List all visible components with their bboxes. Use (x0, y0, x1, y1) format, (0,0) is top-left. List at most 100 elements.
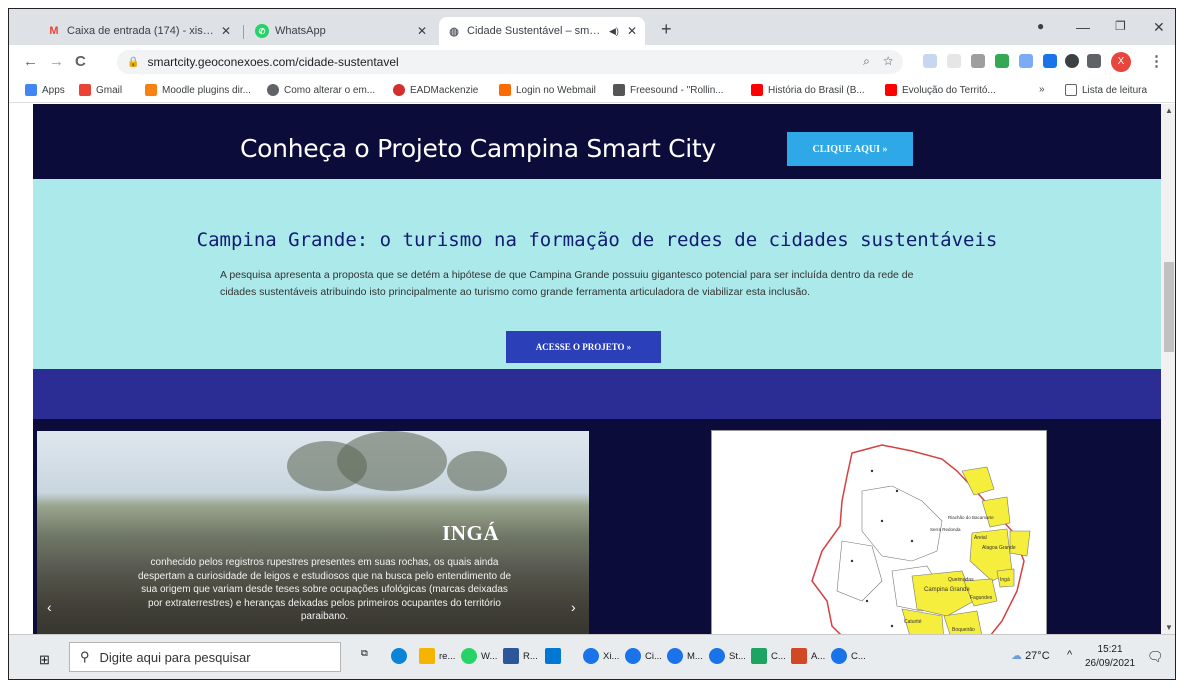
taskbar-app[interactable]: R... (503, 648, 538, 664)
bookmark-item[interactable]: Apps (25, 84, 65, 96)
extension-icon[interactable] (923, 54, 937, 68)
mackenzie-icon (393, 84, 405, 96)
eyedropper-icon[interactable] (971, 54, 985, 68)
taskbar-app-label: A... (811, 650, 826, 662)
taskbar-app[interactable]: C... (751, 648, 786, 664)
extension-icon[interactable] (995, 54, 1009, 68)
taskbar-clock[interactable]: 15:21 26/09/2021 (1085, 643, 1135, 671)
map-label: Areial (974, 535, 987, 541)
weather-widget[interactable]: ☁ 27°C (1011, 649, 1050, 662)
extensions-puzzle-icon[interactable] (1065, 54, 1079, 68)
map-svg: Campina Grande Alagoa Grande Areial Catu… (811, 444, 1031, 634)
more-bookmarks-button[interactable]: » (1039, 84, 1045, 95)
task-view-icon[interactable]: ⧉ (361, 648, 368, 659)
omnibox-actions: ⌕ ☆ (863, 54, 893, 69)
divider-band (33, 369, 1161, 419)
extension-icon[interactable] (1019, 54, 1033, 68)
extension-icon[interactable] (947, 54, 961, 68)
taskbar-app[interactable]: re... (419, 648, 455, 664)
taskbar-app[interactable]: W... (461, 648, 497, 664)
restore-icon[interactable]: ❐ (1115, 19, 1126, 33)
new-tab-button[interactable]: + (661, 20, 672, 38)
chrome-icon (831, 648, 847, 664)
scroll-up-icon[interactable]: ▲ (1165, 106, 1173, 115)
taskbar-app[interactable]: M... (667, 648, 703, 664)
minimize-icon[interactable]: — (1076, 19, 1090, 35)
zoom-icon[interactable]: ⌕ (863, 54, 870, 68)
clock-time: 15:21 (1097, 644, 1123, 655)
taskbar-app[interactable]: Xi... (583, 648, 619, 664)
search-icon: ⚲ (80, 649, 90, 664)
bookmark-item[interactable]: Freesound - "Rollin... (613, 84, 724, 96)
bookmark-item[interactable]: Evolução do Territó... (885, 84, 996, 96)
highlighted-municipality (1009, 530, 1031, 557)
bookmarks-bar: Apps Gmail Moodle plugins dir... Como al… (9, 79, 1175, 103)
bookmark-star-icon[interactable]: ☆ (883, 54, 893, 68)
reload-icon[interactable]: C (75, 53, 86, 70)
bookmark-item[interactable]: Moodle plugins dir... (145, 84, 251, 96)
taskbar-app[interactable]: C... (831, 648, 866, 664)
map-label: Alagoa Grande (982, 545, 1016, 551)
reading-list-label: Lista de leitura (1082, 84, 1148, 96)
tab-whatsapp[interactable]: ✆ WhatsApp ✕ (247, 17, 435, 45)
taskbar-app-label: Xi... (603, 650, 620, 662)
bookmark-item[interactable]: EADMackenzie (393, 84, 478, 96)
page-scrollbar[interactable]: ▲ ▼ (1161, 104, 1175, 634)
chrome-icon (625, 648, 641, 664)
address-bar[interactable]: 🔒 smartcity.geoconexoes.com/cidade-suste… (117, 50, 903, 74)
audio-icon[interactable]: ◀) (609, 26, 619, 37)
edge-icon (391, 648, 407, 664)
translate-icon[interactable] (1043, 54, 1057, 68)
tab-label: Cidade Sustentável – smartci (467, 25, 604, 37)
tab-gmail[interactable]: M Caixa de entrada (174) - xisto.se: ✕ (39, 17, 239, 45)
toolbar: ← → C 🔒 smartcity.geoconexoes.com/cidade… (9, 45, 1175, 79)
bookmark-item[interactable]: Como alterar o em... (267, 84, 375, 96)
project-banner: Conheça o Projeto Campina Smart City CLI… (33, 104, 1161, 179)
taskbar-search-input[interactable]: ⚲ Digite aqui para pesquisar (69, 642, 341, 672)
tab-search-icon[interactable]: ● (1037, 19, 1044, 33)
bookmark-item[interactable]: História do Brasil (B... (751, 84, 865, 96)
menu-kebab-icon[interactable]: ⋮ (1149, 52, 1164, 70)
close-icon[interactable]: ✕ (417, 24, 427, 38)
bookmark-item[interactable]: Login no Webmail (499, 84, 596, 96)
tree-shape (447, 451, 507, 491)
search-placeholder: Digite aqui para pesquisar (99, 649, 251, 665)
map-label: Riachão do Bacamarte (948, 515, 994, 520)
word-icon (503, 648, 519, 664)
chrome-icon (583, 648, 599, 664)
taskbar-app[interactable]: A... (791, 648, 825, 664)
lock-icon: 🔒 (127, 56, 140, 68)
taskbar-app-edge[interactable] (391, 648, 411, 664)
banner-title: Conheça o Projeto Campina Smart City (240, 134, 716, 163)
window-close-icon[interactable]: ✕ (1153, 19, 1165, 36)
city-dot (865, 599, 869, 603)
taskbar-app-label: C... (771, 650, 786, 662)
taskbar-app[interactable]: St... (709, 648, 746, 664)
image-slider[interactable]: INGÁ conhecido pelos registros rupestres… (37, 431, 589, 634)
bookmark-label: Freesound - "Rollin... (630, 84, 724, 96)
windows-start-icon[interactable]: ⊞ (39, 652, 50, 668)
gmail-icon (79, 84, 91, 96)
campina-map: Campina Grande Alagoa Grande Areial Catu… (711, 430, 1047, 634)
reading-list-button[interactable]: Lista de leitura (1065, 84, 1147, 96)
bookmark-item[interactable]: Gmail (79, 84, 122, 96)
back-icon[interactable]: ← (23, 53, 38, 70)
bookmark-label: História do Brasil (B... (768, 84, 865, 96)
scrollbar-thumb[interactable] (1164, 262, 1174, 352)
clique-aqui-button[interactable]: CLIQUE AQUI » (787, 132, 913, 166)
close-icon[interactable]: ✕ (221, 24, 231, 38)
taskbar-app[interactable] (545, 648, 565, 664)
scroll-down-icon[interactable]: ▼ (1165, 623, 1173, 632)
slider-prev-button[interactable]: ‹ (47, 599, 52, 615)
tray-chevron-icon[interactable]: ^ (1067, 649, 1072, 661)
tab-cidade-sustentavel[interactable]: ◍ Cidade Sustentável – smartci ◀) ✕ (439, 17, 645, 45)
acesse-projeto-button[interactable]: ACESSE O PROJETO » (506, 331, 661, 363)
taskbar-app[interactable]: Ci... (625, 648, 662, 664)
close-icon[interactable]: ✕ (627, 24, 637, 38)
avatar[interactable]: X (1111, 52, 1131, 72)
media-icon[interactable] (1087, 54, 1101, 68)
forward-icon[interactable]: → (49, 53, 64, 70)
browser-window: M Caixa de entrada (174) - xisto.se: ✕ ✆… (8, 8, 1176, 680)
slider-next-button[interactable]: › (571, 599, 576, 615)
notifications-icon[interactable]: 🗨 (1147, 649, 1164, 665)
